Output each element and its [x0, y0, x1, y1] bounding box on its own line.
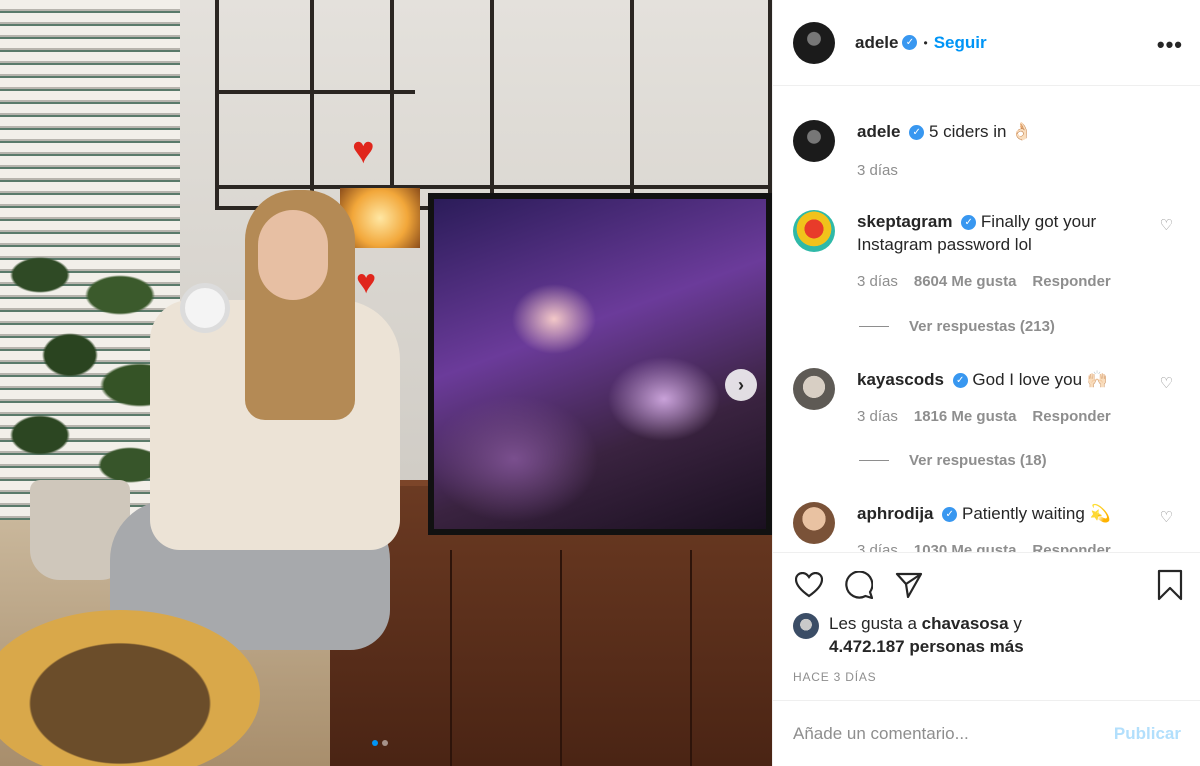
comment-item: skeptagram ✓ Finally got your Instagram … [793, 210, 1183, 293]
action-bar [773, 552, 1200, 616]
post-caption: adele ✓ 5 ciders in 👌🏻 3 días [793, 120, 1183, 182]
replies-line [859, 326, 889, 327]
person [110, 190, 410, 660]
post-timestamp[interactable]: HACE 3 DÍAS [793, 670, 877, 684]
comment-icon[interactable] [843, 569, 875, 601]
verified-badge-icon: ✓ [961, 215, 977, 231]
commenter-avatar[interactable] [793, 368, 835, 410]
liker-avatar[interactable] [793, 613, 819, 639]
commenter-username[interactable]: aphrodija [857, 504, 934, 523]
liker-username[interactable]: chavasosa [922, 614, 1009, 633]
replies-line [859, 460, 889, 461]
cabinet-door-line [690, 550, 692, 766]
cabinet-door-line [450, 550, 452, 766]
post-photo[interactable]: ♥ ♥ › [0, 0, 772, 766]
shelf-divider [630, 0, 634, 200]
comment-time[interactable]: 3 días [857, 539, 898, 552]
author-username[interactable]: adele [855, 33, 898, 53]
comment-likes[interactable]: 8604 Me gusta [914, 270, 1017, 293]
caption-time[interactable]: 3 días [857, 159, 898, 182]
cabinet-door-line [560, 550, 562, 766]
verified-badge-icon: ✓ [952, 373, 968, 389]
add-comment-bar: Publicar [773, 700, 1200, 766]
next-slide-button[interactable]: › [725, 369, 757, 401]
comment-item: aphrodija ✓ Patiently waiting 💫 3 días 1… [793, 502, 1183, 552]
carousel-dot-active [372, 740, 378, 746]
comment-like-icon[interactable]: ♡ [1160, 374, 1173, 392]
comment-like-icon[interactable]: ♡ [1160, 216, 1173, 234]
reply-button[interactable]: Responder [1032, 270, 1110, 293]
chevron-right-icon: › [738, 374, 744, 395]
comment-time[interactable]: 3 días [857, 270, 898, 293]
commenter-avatar[interactable] [793, 502, 835, 544]
verified-badge-icon: ✓ [909, 125, 925, 141]
comment-like-icon[interactable]: ♡ [1160, 508, 1173, 526]
heart-sticker-icon: ♥ [356, 263, 377, 301]
handheld-fan [180, 283, 230, 333]
commenter-username[interactable]: skeptagram [857, 212, 952, 231]
author-avatar[interactable] [793, 21, 835, 64]
more-options-icon[interactable]: ••• [1157, 32, 1183, 58]
reply-button[interactable]: Responder [1032, 405, 1110, 428]
caption-text: 5 ciders in 👌🏻 [928, 122, 1033, 141]
shelf-divider [310, 0, 314, 200]
post-side-panel: adele ✓ • Seguir ••• adele ✓ 5 ciders in… [772, 0, 1200, 766]
likes-others[interactable]: 4.472.187 personas más [829, 637, 1024, 656]
follow-button[interactable]: Seguir [934, 33, 987, 53]
comment-item: kayascods ✓ God I love you 🙌🏻 3 días 181… [793, 368, 1183, 428]
like-icon[interactable] [793, 569, 825, 601]
view-replies-label: Ver respuestas (213) [909, 318, 1055, 335]
shelf-board [215, 185, 772, 189]
heart-sticker-icon: ♥ [352, 130, 375, 172]
comment-time[interactable]: 3 días [857, 405, 898, 428]
person-face [258, 210, 328, 300]
carousel-dots [372, 740, 388, 746]
commenter-username[interactable]: kayascods [857, 370, 944, 389]
post-header: adele ✓ • Seguir ••• [773, 0, 1200, 86]
save-bookmark-icon[interactable] [1157, 569, 1183, 606]
view-replies-button[interactable]: Ver respuestas (18) [859, 452, 1047, 469]
publish-button[interactable]: Publicar [1114, 724, 1181, 744]
comment-text: God I love you 🙌🏻 [972, 370, 1108, 389]
shelf-divider [490, 0, 494, 200]
comment-input[interactable] [793, 723, 1114, 744]
shelf-board [215, 90, 415, 94]
verified-badge-icon: ✓ [942, 507, 958, 523]
tv-screen-concert [434, 199, 766, 529]
header-separator: • [923, 35, 928, 50]
caption-username[interactable]: adele [857, 122, 900, 141]
view-replies-button[interactable]: Ver respuestas (213) [859, 318, 1055, 335]
verified-badge-icon: ✓ [902, 35, 918, 50]
caption-avatar[interactable] [793, 120, 835, 162]
commenter-avatar[interactable] [793, 210, 835, 252]
share-icon[interactable] [893, 569, 925, 601]
shelf-divider [390, 0, 394, 200]
comment-likes[interactable]: 1030 Me gusta [914, 539, 1017, 552]
carousel-dot [382, 740, 388, 746]
likes-connector: y [1013, 614, 1022, 633]
view-replies-label: Ver respuestas (18) [909, 452, 1047, 469]
reply-button[interactable]: Responder [1032, 539, 1110, 552]
comment-text: Patiently waiting 💫 [961, 504, 1111, 523]
television [428, 193, 772, 535]
comment-likes[interactable]: 1816 Me gusta [914, 405, 1017, 428]
likes-prefix: Les gusta a [829, 614, 917, 633]
comments-list[interactable]: adele ✓ 5 ciders in 👌🏻 3 días skeptagram… [773, 86, 1200, 552]
likes-summary[interactable]: Les gusta a chavasosa y 4.472.187 person… [793, 612, 1193, 658]
